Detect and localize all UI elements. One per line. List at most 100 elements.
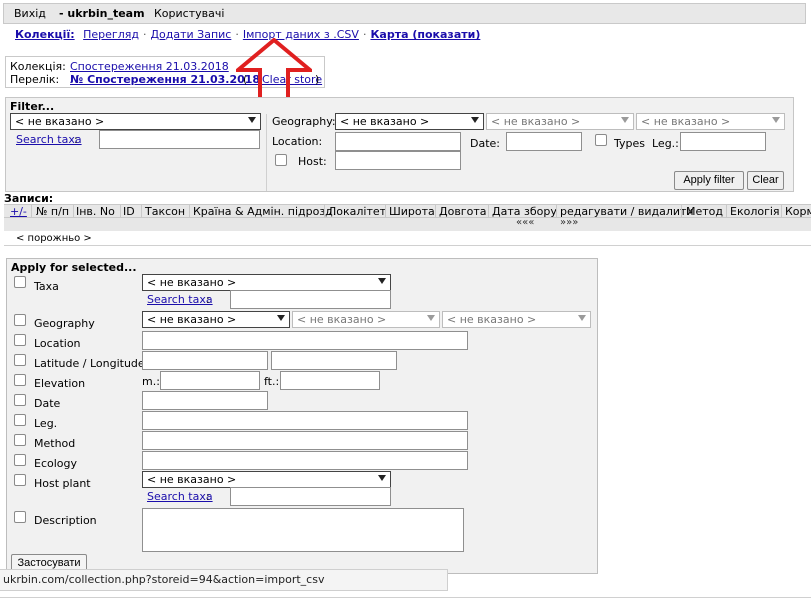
filter-geo1-value: < не вказано > [340,115,430,128]
apply-host-search-taxa-input[interactable] [230,487,391,506]
collection-value-link[interactable]: Спостереження 21.03.2018 [70,60,229,73]
col-method[interactable]: Метод [686,205,723,217]
filter-types-label: Types [614,137,645,150]
apply-search-colon: : [206,293,210,306]
apply-method-input[interactable] [142,431,468,450]
apply-geography-select-3[interactable]: < не вказано > [442,311,591,328]
col-num[interactable]: № п/п [36,205,69,217]
filter-location-input[interactable] [335,132,461,151]
apply-geo3-value: < не вказано > [447,313,537,326]
apply-geography-select-2[interactable]: < не вказано > [292,311,440,328]
view-link[interactable]: Перегляд [83,28,139,41]
filter-types-checkbox[interactable] [595,134,607,146]
apply-geography-label: Geography [34,317,95,330]
col-longitude[interactable]: Довгота [439,205,486,217]
apply-title: Apply for selected... [11,261,137,274]
apply-elevation-label: Elevation [34,377,86,390]
exit-link[interactable]: Вихід [14,7,46,20]
apply-host-select[interactable]: < не вказано > [142,471,391,488]
apply-leg-input[interactable] [142,411,468,430]
apply-location-label: Location [34,337,81,350]
col-taxon[interactable]: Таксон [145,205,185,217]
apply-leg-checkbox[interactable] [14,414,26,426]
col-locality[interactable]: Локалітет [328,205,386,217]
current-user: - ukrbin_team [59,7,145,20]
users-link[interactable]: Користувачі [154,7,224,20]
filter-host-checkbox[interactable] [275,154,287,166]
apply-ecology-checkbox[interactable] [14,454,26,466]
col-ecology[interactable]: Екологія [730,205,780,217]
apply-latlon-label: Latitude / Longitude [34,357,145,370]
apply-description-textarea[interactable] [142,508,464,552]
apply-elevation-m-input[interactable] [160,371,260,390]
list-value-link[interactable]: № Спостереження 21.03.2018 [70,73,260,86]
apply-geography-select-1[interactable]: < не вказано > [142,311,290,328]
apply-host-search-taxa-link[interactable]: Search taxa [147,490,213,503]
apply-latlon-checkbox[interactable] [14,354,26,366]
apply-date-input[interactable] [142,391,268,410]
col-id[interactable]: ID [123,205,135,217]
apply-host-search-colon: : [206,490,210,503]
col-inv-no[interactable]: Інв. No [76,205,115,217]
col-edit-delete[interactable]: редагувати / видалити [560,205,694,217]
apply-longitude-input[interactable] [271,351,397,370]
apply-search-taxa-input[interactable] [230,290,391,309]
apply-date-checkbox[interactable] [14,394,26,406]
apply-location-checkbox[interactable] [14,334,26,346]
filter-geo3-value: < не вказано > [641,115,731,128]
filter-taxa-select[interactable]: < не вказано > [10,113,261,130]
filter-geo2-value: < не вказано > [491,115,581,128]
apply-elevation-ft-input[interactable] [280,371,380,390]
apply-taxa-select-value: < не вказано > [147,276,237,289]
clear-filter-button[interactable]: Clear [747,171,784,190]
filter-date-input[interactable] [506,132,582,151]
apply-taxa-checkbox[interactable] [14,276,26,288]
toggle-all-link[interactable]: +/- [10,205,27,217]
apply-host-select-value: < не вказано > [147,473,237,486]
filter-geography-select-3[interactable]: < не вказано > [636,113,785,130]
apply-elevation-checkbox[interactable] [14,374,26,386]
filter-host-input[interactable] [335,151,461,170]
apply-search-taxa-link[interactable]: Search taxa [147,293,213,306]
apply-description-checkbox[interactable] [14,511,26,523]
chevron-down-icon [277,315,285,321]
add-record-link[interactable]: Додати Запис [150,28,231,41]
filter-date-label: Date: [470,137,500,150]
filter-search-taxa-input[interactable] [99,130,260,149]
browser-status-bar: ukrbin.com/collection.php?storeid=94&act… [0,569,448,591]
filter-search-taxa-link[interactable]: Search taxa [16,133,82,146]
filter-location-label: Location: [272,135,323,148]
apply-taxa-select[interactable]: < не вказано > [142,274,391,291]
next-page-link[interactable]: »»» [560,217,578,228]
apply-m-label: m.: [142,375,160,388]
apply-filter-button[interactable]: Apply filter [674,171,744,190]
clear-store-paren-close: ) [315,73,320,86]
filter-taxa-select-value: < не вказано > [15,115,105,128]
chevron-down-icon [378,278,386,284]
apply-ecology-input[interactable] [142,451,468,470]
filter-geography-select-2[interactable]: < не вказано > [486,113,634,130]
apply-location-input[interactable] [142,331,468,350]
apply-geo1-value: < не вказано > [147,313,237,326]
filter-leg-input[interactable] [680,132,766,151]
list-label: Перелік: [10,73,60,86]
apply-description-label: Description [34,514,97,527]
records-pagination: ««« »»» [4,217,811,231]
prev-page-link[interactable]: ««« [516,217,534,228]
col-latitude[interactable]: Широта [389,205,435,217]
apply-host-checkbox[interactable] [14,474,26,486]
apply-geo2-value: < не вказано > [297,313,387,326]
apply-latitude-input[interactable] [142,351,268,370]
apply-method-label: Method [34,437,76,450]
collections-link[interactable]: Колекції: [15,28,75,41]
map-link[interactable]: Карта (показати) [370,28,480,41]
filter-divider [266,114,267,191]
apply-for-selected-panel: Apply for selected... Taxa < не вказано … [6,258,598,574]
col-food[interactable]: Корм [785,205,811,217]
filter-geography-select-1[interactable]: < не вказано > [335,113,484,130]
col-country[interactable]: Країна & Адмін. підрозд. [193,205,336,217]
chevron-down-icon [248,117,256,123]
filter-panel: Filter... < не вказано > Search taxa : G… [5,97,794,192]
apply-geography-checkbox[interactable] [14,314,26,326]
apply-method-checkbox[interactable] [14,434,26,446]
